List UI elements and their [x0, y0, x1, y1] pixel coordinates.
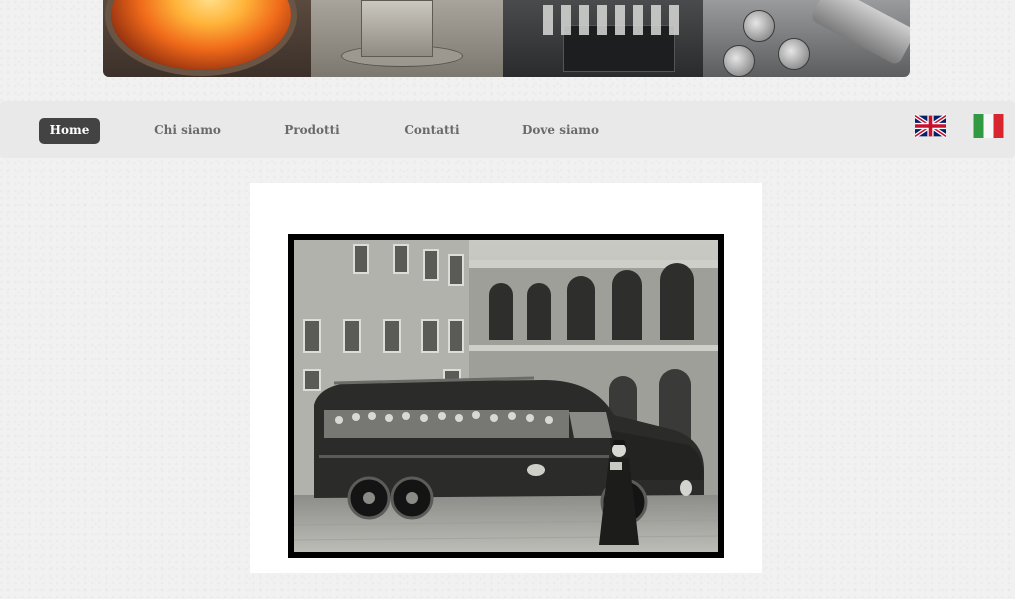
content-area: [250, 183, 762, 573]
tools-photo: [703, 0, 910, 77]
italy-flag-icon[interactable]: [973, 114, 1004, 138]
furnace-photo: [103, 0, 311, 77]
vintage-bus-photo: [294, 240, 718, 552]
nav-item-prodotti[interactable]: Prodotti: [280, 118, 344, 144]
metal-parts-photo: [503, 0, 703, 77]
nav-item-home[interactable]: Home: [39, 118, 100, 144]
uk-flag-icon[interactable]: [915, 114, 946, 138]
nav-item-chi-siamo[interactable]: Chi siamo: [150, 118, 225, 144]
main-navigation: Home Chi siamo Prodotti Contatti Dove si…: [0, 101, 1015, 158]
machine-photo: [311, 0, 503, 77]
nav-item-contatti[interactable]: Contatti: [400, 118, 464, 144]
header-banner: [103, 0, 910, 77]
photo-frame: [288, 234, 724, 558]
nav-item-dove-siamo[interactable]: Dove siamo: [520, 118, 601, 144]
